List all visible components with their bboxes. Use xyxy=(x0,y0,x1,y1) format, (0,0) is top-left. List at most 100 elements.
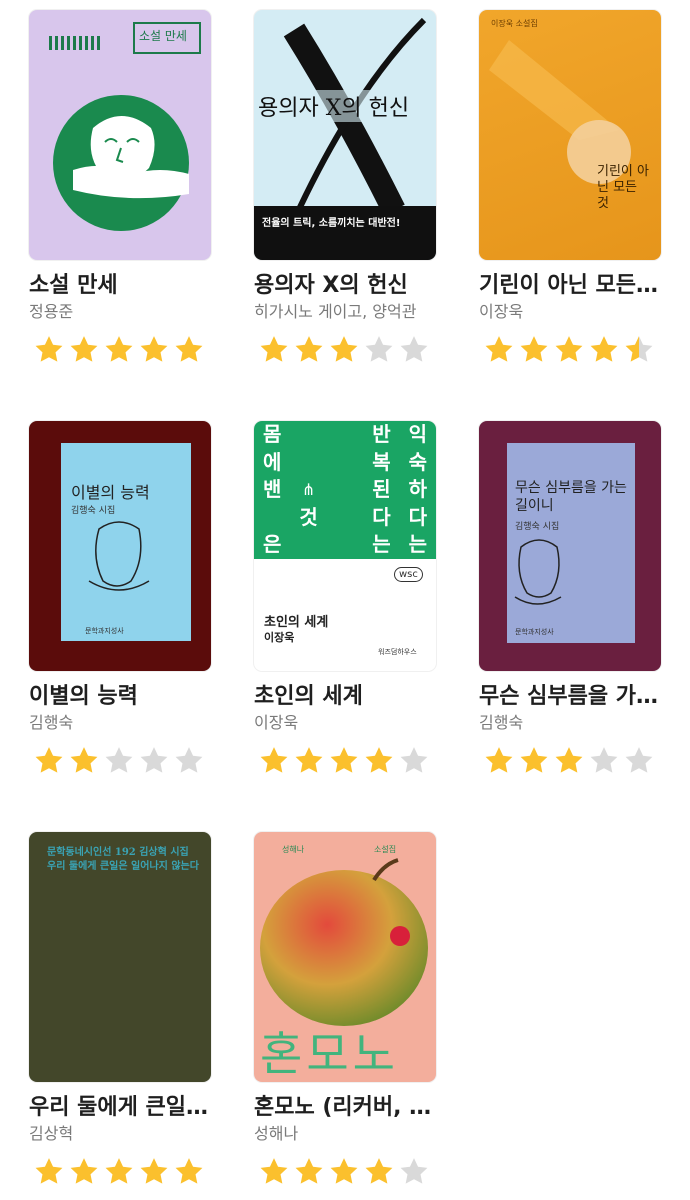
book-author: 김상혁 xyxy=(29,1124,74,1143)
star-icon xyxy=(518,745,550,775)
book-card[interactable]: 몸 반 익 에 복 숙 밴 ⋔ 된 하 것 다 다 은 는 는 wsc 초인의 … xyxy=(254,421,436,773)
star-icon xyxy=(328,334,360,364)
book-title[interactable]: 기린이 아닌 모든 것 xyxy=(479,271,661,301)
cover-tagline: 전율의 트릭, 소름끼치는 대반전! xyxy=(262,218,401,229)
star-icon xyxy=(103,1156,135,1186)
star-icon xyxy=(138,1156,170,1186)
star-rating xyxy=(33,334,211,364)
star-icon xyxy=(363,334,395,364)
book-card[interactable]: 이별의 능력 김행숙 시집 문학과지성사 이별의 능력 김행숙 xyxy=(29,421,211,773)
star-icon xyxy=(138,334,170,364)
book-author: 김행숙 xyxy=(29,713,74,732)
cover-publisher: 워즈덤하우스 xyxy=(378,648,417,656)
book-cover[interactable]: 용의자 X의 헌신 전율의 트릭, 소름끼치는 대반전! xyxy=(254,10,436,260)
star-icon xyxy=(553,745,585,775)
star-icon xyxy=(398,745,430,775)
star-icon xyxy=(398,1156,430,1186)
star-icon xyxy=(398,334,430,364)
star-icon xyxy=(483,745,515,775)
book-title[interactable]: 혼모노 (리커버, 양장) xyxy=(254,1093,436,1123)
book-cover[interactable]: 몸 반 익 에 복 숙 밴 ⋔ 된 하 것 다 다 은 는 는 wsc 초인의 … xyxy=(254,421,436,671)
star-rating xyxy=(33,1156,211,1186)
cover-author: 이장욱 xyxy=(264,631,295,644)
star-icon xyxy=(623,334,655,364)
grid-char: 숙 xyxy=(408,449,427,474)
star-icon xyxy=(103,334,135,364)
book-cover[interactable]: 이별의 능력 김행숙 시집 문학과지성사 xyxy=(29,421,211,671)
cover-publisher: 문학과지성사 xyxy=(515,628,554,636)
star-icon xyxy=(623,745,655,775)
cover-name: 초인의 세계 xyxy=(264,615,329,630)
book-card[interactable]: 이장욱 소설집 기린이 아닌 모든 것 기린이 아닌 모든 것 이장욱 xyxy=(479,10,661,362)
grid-char: 다 xyxy=(372,504,391,529)
grass-icon: ⋔ xyxy=(301,480,316,500)
star-icon xyxy=(258,1156,290,1186)
book-card[interactable]: 소설 만세 소설 만세 정용준 xyxy=(29,10,211,362)
star-icon xyxy=(138,745,170,775)
book-author: 김행숙 xyxy=(479,713,524,732)
grid-char: 반 xyxy=(372,422,391,446)
star-rating xyxy=(258,1156,436,1186)
book-title[interactable]: 무슨 심부름을 가는 길이니 xyxy=(479,682,661,712)
grid-char xyxy=(290,531,326,559)
book-author: 성해나 xyxy=(254,1124,299,1143)
book-author: 정용준 xyxy=(29,302,74,321)
grid-char: 밴 xyxy=(262,477,282,502)
book-cover[interactable]: 문학동네시인선 192 김상혁 시집 우리 둘에게 큰일은 일어나지 않는다 xyxy=(29,832,211,1082)
grid-char xyxy=(327,476,363,504)
star-icon xyxy=(103,745,135,775)
cover-text: 문학동네시인선 192 김상혁 시집 우리 둘에게 큰일은 일어나지 않는다 xyxy=(47,847,199,872)
star-icon xyxy=(483,334,515,364)
cover-series: 이장욱 소설집 xyxy=(491,19,538,28)
cover-publisher: 문학과지성사 xyxy=(85,627,124,635)
star-icon xyxy=(588,745,620,775)
book-card[interactable]: 성해나 소설집 혼모노 혼모노 (리커버, 양장) 성해나 xyxy=(254,832,436,1184)
book-title[interactable]: 초인의 세계 xyxy=(254,682,436,712)
star-icon xyxy=(553,334,585,364)
book-author: 히가시노 게이고, 양억관 xyxy=(254,302,417,321)
star-icon xyxy=(363,1156,395,1186)
book-cover[interactable]: 무슨 심부름을 가는 길이니 김행숙 시집 문학과지성사 xyxy=(479,421,661,671)
grid-char: 다 xyxy=(408,504,427,529)
star-rating xyxy=(258,745,436,775)
star-icon xyxy=(328,1156,360,1186)
cover-text: 기린이 아닌 모든 것 xyxy=(597,164,649,211)
star-rating xyxy=(33,745,211,775)
star-rating xyxy=(483,334,661,364)
grid-char: 는 xyxy=(408,532,427,557)
book-cover[interactable]: 성해나 소설집 혼모노 xyxy=(254,832,436,1082)
light-beam-icon xyxy=(489,40,631,184)
book-title[interactable]: 용의자 X의 헌신 xyxy=(254,271,436,301)
cover-big-text: 혼모노 xyxy=(260,1027,399,1081)
grid-char: 은 xyxy=(262,532,282,557)
star-rating xyxy=(483,745,661,775)
star-icon xyxy=(173,1156,205,1186)
grid-char: 몸 xyxy=(262,422,282,446)
book-cover[interactable]: 소설 만세 xyxy=(29,10,211,260)
grid-char xyxy=(327,449,363,477)
star-icon xyxy=(33,1156,65,1186)
star-icon xyxy=(518,334,550,364)
publisher-logo-icon: wsc xyxy=(394,567,423,582)
grid-char: 하 xyxy=(408,477,427,502)
grid-char: 에 xyxy=(262,449,282,474)
star-icon xyxy=(173,745,205,775)
star-icon xyxy=(258,745,290,775)
book-card[interactable]: 용의자 X의 헌신 전율의 트릭, 소름끼치는 대반전! 용의자 X의 헌신 히… xyxy=(254,10,436,362)
book-cover[interactable]: 이장욱 소설집 기린이 아닌 모든 것 xyxy=(479,10,661,260)
star-icon xyxy=(588,334,620,364)
book-title[interactable]: 이별의 능력 xyxy=(29,682,211,712)
book-title[interactable]: 우리 둘에게 큰일은 일어나지 않는다 xyxy=(29,1093,211,1123)
grid-char xyxy=(327,504,363,532)
book-title[interactable]: 소설 만세 xyxy=(29,271,211,301)
star-icon xyxy=(293,1156,325,1186)
grid-char: 것 xyxy=(299,504,318,529)
star-icon xyxy=(363,745,395,775)
book-card[interactable]: 문학동네시인선 192 김상혁 시집 우리 둘에게 큰일은 일어나지 않는다 우… xyxy=(29,832,211,1184)
star-icon xyxy=(258,334,290,364)
book-card[interactable]: 무슨 심부름을 가는 길이니 김행숙 시집 문학과지성사 무슨 심부름을 가는 … xyxy=(479,421,661,773)
star-icon xyxy=(68,745,100,775)
grid-char xyxy=(290,421,326,449)
star-icon xyxy=(33,334,65,364)
cover-headline: 용의자 X의 헌신 xyxy=(258,90,410,122)
